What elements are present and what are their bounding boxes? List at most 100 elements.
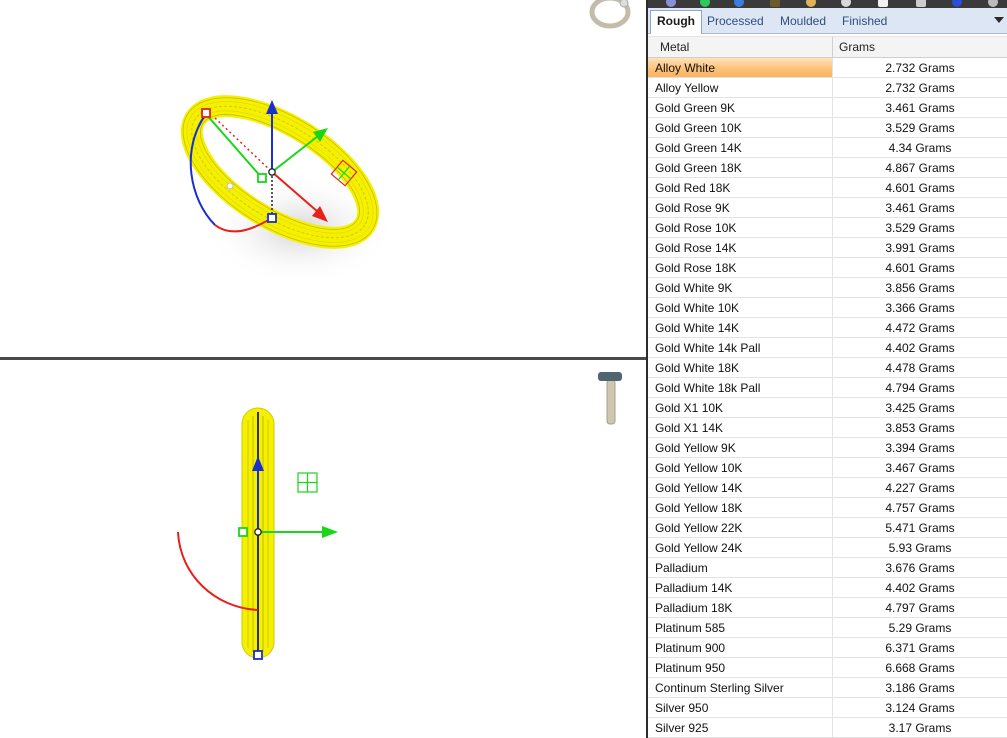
cell-metal[interactable]: Gold Green 14K [648,138,833,158]
cell-metal[interactable]: Gold White 18K [648,358,833,378]
cell-grams[interactable]: 6.668 Grams [833,658,1007,678]
cell-metal[interactable]: Silver 950 [648,698,833,718]
cell-grams[interactable]: 4.402 Grams [833,578,1007,598]
cell-grams[interactable]: 4.34 Grams [833,138,1007,158]
cell-grams[interactable]: 4.402 Grams [833,338,1007,358]
cell-grams[interactable]: 5.471 Grams [833,518,1007,538]
toolbar-icon-10[interactable] [988,0,998,7]
table-row[interactable]: Gold Rose 18K 4.601 Grams [648,258,1007,278]
cell-metal[interactable]: Silver 925 [648,718,833,738]
cell-grams[interactable]: 4.797 Grams [833,598,1007,618]
cell-grams[interactable]: 4.601 Grams [833,258,1007,278]
toolbar-icon-1[interactable] [666,0,676,7]
cell-grams[interactable]: 3.529 Grams [833,118,1007,138]
cell-grams[interactable]: 3.461 Grams [833,98,1007,118]
cell-grams[interactable]: 4.867 Grams [833,158,1007,178]
cell-metal[interactable]: Gold Yellow 22K [648,518,833,538]
ring-view-icon[interactable] [589,0,631,29]
table-row[interactable]: Gold White 10K 3.366 Grams [648,298,1007,318]
toolbar-icon-8[interactable] [916,0,926,7]
cell-metal[interactable]: Gold Green 10K [648,118,833,138]
cell-grams[interactable]: 5.29 Grams [833,618,1007,638]
cell-grams[interactable]: 5.93 Grams [833,538,1007,558]
cell-metal[interactable]: Gold Rose 18K [648,258,833,278]
table-row[interactable]: Platinum 900 6.371 Grams [648,638,1007,658]
side-view-icon[interactable] [598,372,622,425]
table-row[interactable]: Gold Yellow 22K 5.471 Grams [648,518,1007,538]
cell-metal[interactable]: Alloy White [648,58,833,78]
cell-grams[interactable]: 3.853 Grams [833,418,1007,438]
cell-grams[interactable]: 4.794 Grams [833,378,1007,398]
table-row[interactable]: Gold Green 18K 4.867 Grams [648,158,1007,178]
cell-metal[interactable]: Platinum 585 [648,618,833,638]
table-row[interactable]: Gold Green 14K 4.34 Grams [648,138,1007,158]
cell-grams[interactable]: 3.856 Grams [833,278,1007,298]
cell-metal[interactable]: Gold White 18k Pall [648,378,833,398]
cell-grams[interactable]: 3.124 Grams [833,698,1007,718]
table-row[interactable]: Gold Rose 14K 3.991 Grams [648,238,1007,258]
cell-grams[interactable]: 4.757 Grams [833,498,1007,518]
table-row[interactable]: Gold White 18k Pall 4.794 Grams [648,378,1007,398]
cell-grams[interactable]: 3.186 Grams [833,678,1007,698]
cell-grams[interactable]: 3.394 Grams [833,438,1007,458]
cell-grams[interactable]: 3.461 Grams [833,198,1007,218]
toolbar-icon-9[interactable] [952,0,962,7]
column-header-grams[interactable]: Grams [833,37,1007,58]
cell-metal[interactable]: Gold Rose 10K [648,218,833,238]
table-row[interactable]: Gold Green 10K 3.529 Grams [648,118,1007,138]
table-row[interactable]: Platinum 950 6.668 Grams [648,658,1007,678]
toolbar-icon-6[interactable] [841,0,851,7]
cell-metal[interactable]: Gold Rose 9K [648,198,833,218]
table-row[interactable]: Gold White 14K 4.472 Grams [648,318,1007,338]
cell-metal[interactable]: Platinum 950 [648,658,833,678]
cell-grams[interactable]: 6.371 Grams [833,638,1007,658]
cell-grams[interactable]: 4.227 Grams [833,478,1007,498]
table-row[interactable]: Gold White 9K 3.856 Grams [648,278,1007,298]
cell-metal[interactable]: Gold White 9K [648,278,833,298]
cell-grams[interactable]: 2.732 Grams [833,78,1007,98]
cell-grams[interactable]: 3.467 Grams [833,458,1007,478]
cell-grams[interactable]: 3.529 Grams [833,218,1007,238]
cell-metal[interactable]: Platinum 900 [648,638,833,658]
table-row[interactable]: Silver 925 3.17 Grams [648,718,1007,738]
table-row[interactable]: Gold X1 14K 3.853 Grams [648,418,1007,438]
cell-grams[interactable]: 3.366 Grams [833,298,1007,318]
tab-moulded[interactable]: Moulded [774,11,832,33]
tab-rough[interactable]: Rough [650,10,702,34]
cell-metal[interactable]: Gold Yellow 9K [648,438,833,458]
cell-metal[interactable]: Palladium [648,558,833,578]
toolbar-icon-4[interactable] [770,0,780,7]
table-row[interactable]: Gold Green 9K 3.461 Grams [648,98,1007,118]
cell-grams[interactable]: 4.478 Grams [833,358,1007,378]
table-row[interactable]: Palladium 18K 4.797 Grams [648,598,1007,618]
tab-processed[interactable]: Processed [701,11,770,33]
table-row[interactable]: Silver 950 3.124 Grams [648,698,1007,718]
toolbar-icon-5[interactable] [806,0,816,7]
tab-menu-arrow-icon[interactable] [994,17,1004,23]
grid-snap-icon[interactable] [297,472,318,493]
table-row[interactable]: Palladium 3.676 Grams [648,558,1007,578]
cell-metal[interactable]: Gold Rose 14K [648,238,833,258]
table-row[interactable]: Palladium 14K 4.402 Grams [648,578,1007,598]
viewport-perspective[interactable] [0,0,646,357]
cell-metal[interactable]: Gold Yellow 24K [648,538,833,558]
viewport-side[interactable] [0,360,646,738]
toolbar-icon-3[interactable] [734,0,744,7]
cell-metal[interactable]: Gold Yellow 14K [648,478,833,498]
cell-grams[interactable]: 2.732 Grams [833,58,1007,78]
cell-grams[interactable]: 3.425 Grams [833,398,1007,418]
table-row[interactable]: Platinum 585 5.29 Grams [648,618,1007,638]
toolbar-icon-2[interactable] [700,0,710,7]
cell-grams[interactable]: 4.601 Grams [833,178,1007,198]
cell-metal[interactable]: Gold Yellow 10K [648,458,833,478]
cell-metal[interactable]: Alloy Yellow [648,78,833,98]
cell-metal[interactable]: Gold Green 18K [648,158,833,178]
cell-metal[interactable]: Continum Sterling Silver [648,678,833,698]
table-row[interactable]: Gold Rose 9K 3.461 Grams [648,198,1007,218]
cell-grams[interactable]: 3.17 Grams [833,718,1007,738]
cell-metal[interactable]: Palladium 14K [648,578,833,598]
table-row[interactable]: Gold Yellow 14K 4.227 Grams [648,478,1007,498]
table-row[interactable]: Gold Yellow 10K 3.467 Grams [648,458,1007,478]
table-row[interactable]: Gold Yellow 18K 4.757 Grams [648,498,1007,518]
cell-metal[interactable]: Gold X1 10K [648,398,833,418]
